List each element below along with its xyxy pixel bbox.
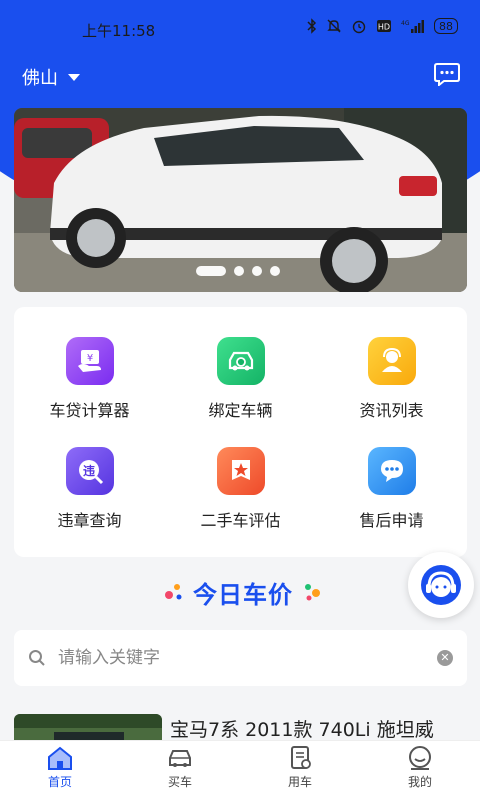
service-label: 资讯列表 xyxy=(359,401,424,420)
tab-label: 首页 xyxy=(47,775,72,789)
carousel-dot[interactable] xyxy=(270,266,280,276)
alarm-icon xyxy=(351,18,367,34)
headset-icon xyxy=(421,565,461,605)
mute-icon xyxy=(326,18,342,34)
city-selector[interactable]: 佛山 xyxy=(22,64,80,90)
violation-query-icon: 违 xyxy=(65,447,114,495)
chevron-down-icon xyxy=(68,73,80,81)
after-sales-icon xyxy=(367,447,416,495)
svg-text:¥: ¥ xyxy=(86,353,92,364)
bind-car-icon xyxy=(216,337,265,385)
tab-label: 我的 xyxy=(407,775,432,789)
decorative-dots-icon xyxy=(305,584,320,601)
used-car-evaluation-icon xyxy=(216,447,265,495)
svg-text:违: 违 xyxy=(82,463,94,478)
service-label: 违章查询 xyxy=(57,511,122,530)
news-list-icon xyxy=(367,337,416,385)
tab-use-car[interactable]: 用车 xyxy=(240,741,360,800)
battery-indicator: 88 xyxy=(434,18,458,34)
news-title: 宝马7系 2011款 740Li 施坦威 xyxy=(170,719,434,741)
bottom-tab-bar: 首页 买车 用车 我的 xyxy=(0,740,480,800)
car-icon xyxy=(169,750,191,767)
service-used-car-evaluation[interactable]: 二手车评估 xyxy=(165,447,316,531)
city-label: 佛山 xyxy=(22,68,58,89)
status-time: 上午11:58 xyxy=(82,22,156,40)
service-loan-calculator[interactable]: ¥ 车贷计算器 xyxy=(14,337,165,421)
tab-label: 用车 xyxy=(287,775,312,789)
tab-profile[interactable]: 我的 xyxy=(360,741,480,800)
decorative-dots-icon xyxy=(165,584,182,600)
section-title-text: 今日车价 xyxy=(193,580,293,609)
document-icon xyxy=(291,746,311,769)
bluetooth-icon xyxy=(307,18,317,34)
loan-calculator-icon: ¥ xyxy=(65,337,114,385)
section-title: 今日车价 xyxy=(148,574,338,610)
banner-carousel[interactable] xyxy=(14,108,467,292)
chat-bubble-icon[interactable] xyxy=(434,62,460,88)
service-label: 车贷计算器 xyxy=(49,401,130,420)
network-label: 4G xyxy=(401,20,410,27)
service-grid: ¥ 车贷计算器 绑定车辆 资讯列表 违 违章查询 二手车评估 售后申请 xyxy=(14,307,467,557)
service-after-sales[interactable]: 售后申请 xyxy=(316,447,467,531)
tab-label: 买车 xyxy=(167,775,192,789)
clear-icon[interactable]: ✕ xyxy=(437,650,453,666)
carousel-dot[interactable] xyxy=(196,266,226,276)
tab-home[interactable]: 首页 xyxy=(0,741,120,800)
svg-text:HD: HD xyxy=(378,23,390,32)
service-label: 绑定车辆 xyxy=(208,401,273,420)
carousel-indicators xyxy=(196,266,280,276)
search-icon xyxy=(29,650,45,666)
banner-image xyxy=(14,108,467,292)
status-icons: HD 4G 88 xyxy=(307,18,458,34)
tab-buy-car[interactable]: 买车 xyxy=(120,741,240,800)
service-bind-car[interactable]: 绑定车辆 xyxy=(165,337,316,421)
service-news-list[interactable]: 资讯列表 xyxy=(316,337,467,421)
carousel-dot[interactable] xyxy=(252,266,262,276)
signal-icon: 4G xyxy=(401,18,425,34)
service-violation-query[interactable]: 违 违章查询 xyxy=(14,447,165,531)
search-input[interactable] xyxy=(58,648,437,668)
carousel-dot[interactable] xyxy=(234,266,244,276)
search-bar[interactable]: ✕ xyxy=(14,630,467,686)
customer-support-button[interactable] xyxy=(408,552,474,618)
home-icon xyxy=(48,746,72,770)
profile-icon xyxy=(409,746,431,770)
service-label: 二手车评估 xyxy=(200,511,281,530)
hd-icon: HD xyxy=(376,19,392,33)
status-bar: 上午11:58 HD 4G 88 xyxy=(0,0,480,56)
service-label: 售后申请 xyxy=(359,511,424,530)
